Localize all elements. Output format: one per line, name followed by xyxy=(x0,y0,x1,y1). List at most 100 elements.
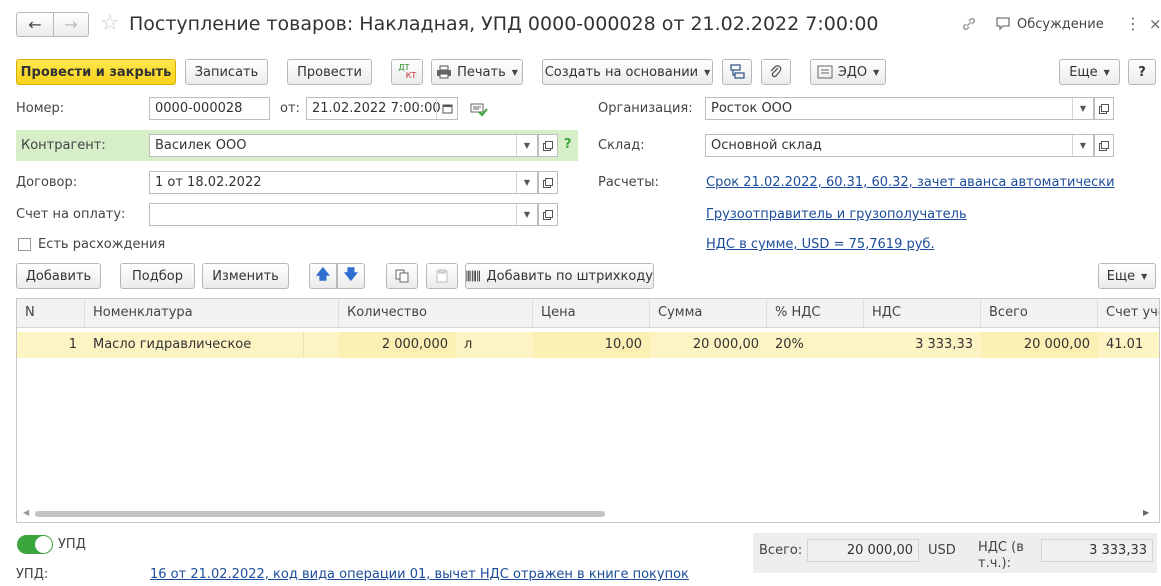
edo-status-icon[interactable] xyxy=(470,101,488,121)
column-header-account[interactable]: Счет уче xyxy=(1098,299,1159,327)
column-header-item[interactable]: Номенклатура xyxy=(85,299,339,327)
counterparty-open-button[interactable] xyxy=(538,134,558,157)
invoice-label: Счет на оплату: xyxy=(16,207,126,222)
save-button[interactable]: Записать xyxy=(185,59,268,85)
add-by-barcode-button[interactable]: Добавить по штрихкоду xyxy=(465,263,654,289)
upd-toggle[interactable] xyxy=(17,535,53,554)
upd-link[interactable]: 16 от 21.02.2022, код вида операции 01, … xyxy=(150,567,689,582)
chevron-down-icon[interactable]: ▼ xyxy=(1072,98,1093,119)
more-vertical-icon[interactable]: ⋮ xyxy=(1125,14,1141,33)
discussion-icon[interactable] xyxy=(995,16,1013,36)
copy-icon xyxy=(395,269,409,283)
settlements-link[interactable]: Срок 21.02.2022, 60.31, 60.32, зачет ава… xyxy=(706,175,1115,190)
vat-amount-link[interactable]: НДС в сумме, USD = 75,7619 руб. xyxy=(706,237,935,252)
scroll-right-icon[interactable]: ▶ xyxy=(1143,508,1149,517)
edo-button[interactable]: ЭДО ▼ xyxy=(810,59,886,85)
edo-label: ЭДО xyxy=(837,64,868,80)
chevron-down-icon: ▼ xyxy=(704,67,711,77)
column-header-n[interactable]: N xyxy=(17,299,85,327)
favorite-star-icon[interactable]: ☆ xyxy=(100,11,120,36)
counterparty-field[interactable]: Василек ООО ▼ xyxy=(149,134,538,157)
date-value: 21.02.2022 7:00:00 xyxy=(312,101,441,116)
chevron-down-icon[interactable]: ▼ xyxy=(516,172,537,193)
create-based-label: Создать на основании xyxy=(544,64,699,80)
counterparty-label: Контрагент: xyxy=(21,138,106,153)
table-more-button[interactable]: Еще ▼ xyxy=(1098,263,1156,289)
horizontal-scrollbar[interactable] xyxy=(35,511,1143,517)
column-header-sum[interactable]: Сумма xyxy=(650,299,767,327)
organization-field[interactable]: Росток ООО ▼ xyxy=(705,97,1094,120)
table-more-label: Еще xyxy=(1106,268,1136,284)
arrow-right-icon: → xyxy=(64,15,78,34)
organization-label: Организация: xyxy=(598,101,693,116)
open-window-icon xyxy=(543,177,553,188)
create-based-on-button[interactable]: Создать на основании ▼ xyxy=(542,59,713,85)
warehouse-label: Склад: xyxy=(598,138,645,153)
help-button[interactable]: ? xyxy=(1128,59,1156,85)
discrepancy-checkbox[interactable] xyxy=(18,238,31,251)
paste-row-button[interactable] xyxy=(426,263,458,289)
cell-item-extra xyxy=(303,332,339,358)
arrow-down-icon: 🡇 xyxy=(343,267,359,283)
add-row-button[interactable]: Добавить xyxy=(16,263,101,289)
print-button[interactable]: Печать ▼ xyxy=(431,59,523,85)
more-button[interactable]: Еще ▼ xyxy=(1059,59,1120,85)
organization-value: Росток ООО xyxy=(711,101,793,116)
more-label: Еще xyxy=(1069,64,1098,80)
chevron-down-icon[interactable]: ▼ xyxy=(516,204,537,225)
cell-total: 20 000,00 xyxy=(1023,337,1090,352)
link-icon[interactable] xyxy=(960,15,978,37)
cell-price: 10,00 xyxy=(604,337,642,352)
arrow-up-icon: 🡅 xyxy=(315,267,331,283)
chevron-down-icon[interactable]: ▼ xyxy=(516,135,537,156)
copy-row-button[interactable] xyxy=(386,263,418,289)
warehouse-value: Основной склад xyxy=(711,138,822,153)
warehouse-open-button[interactable] xyxy=(1094,134,1114,157)
help-question-icon[interactable]: ? xyxy=(564,137,572,152)
close-icon[interactable]: × xyxy=(1149,15,1161,33)
upd-label: УПД: xyxy=(16,567,49,582)
move-up-button[interactable]: 🡅 xyxy=(309,263,337,289)
pick-button[interactable]: Подбор xyxy=(120,263,195,289)
post-button[interactable]: Провести xyxy=(287,59,372,85)
settlements-label: Расчеты: xyxy=(598,175,659,190)
column-header-vat-rate[interactable]: % НДС xyxy=(767,299,864,327)
title-bar: ← → ☆ Поступление товаров: Накладная, УП… xyxy=(0,0,1161,50)
discrepancy-label: Есть расхождения xyxy=(38,237,166,252)
invoice-open-button[interactable] xyxy=(538,203,558,226)
chevron-down-icon[interactable]: ▼ xyxy=(1072,135,1093,156)
contract-field[interactable]: 1 от 18.02.2022 ▼ xyxy=(149,171,538,194)
printer-icon xyxy=(437,65,452,79)
invoice-field[interactable]: ▼ xyxy=(149,203,538,226)
warehouse-field[interactable]: Основной склад ▼ xyxy=(705,134,1094,157)
column-header-price[interactable]: Цена xyxy=(533,299,650,327)
open-window-icon xyxy=(1099,103,1109,114)
cell-n: 1 xyxy=(68,337,77,352)
number-field[interactable]: 0000-000028 xyxy=(149,97,270,120)
organization-open-button[interactable] xyxy=(1094,97,1114,120)
scroll-left-icon[interactable]: ◀ xyxy=(23,508,29,517)
column-header-total[interactable]: Всего xyxy=(981,299,1098,327)
edo-icon xyxy=(817,65,833,79)
table-row[interactable]: 1 Масло гидравлическое 2 000,000 л 10,00… xyxy=(17,332,1159,358)
calendar-icon[interactable] xyxy=(436,98,457,119)
discussion-link[interactable]: Обсуждение xyxy=(1017,17,1104,32)
cell-quantity: 2 000,000 xyxy=(381,337,448,352)
post-and-close-button[interactable]: Провести и закрыть xyxy=(16,59,176,85)
dt-kt-button[interactable]: ДТ КТ xyxy=(391,59,423,85)
forward-button[interactable]: → xyxy=(53,12,89,37)
scrollbar-thumb[interactable] xyxy=(35,511,605,517)
chevron-down-icon: ▼ xyxy=(511,67,518,77)
attach-button[interactable] xyxy=(761,59,791,85)
open-window-icon xyxy=(1099,140,1109,151)
contract-open-button[interactable] xyxy=(538,171,558,194)
edit-button[interactable]: Изменить xyxy=(202,263,289,289)
move-down-button[interactable]: 🡇 xyxy=(337,263,365,289)
structure-button[interactable] xyxy=(722,59,752,85)
back-button[interactable]: ← xyxy=(16,12,54,37)
column-header-vat[interactable]: НДС xyxy=(864,299,981,327)
date-field[interactable]: 21.02.2022 7:00:00 xyxy=(306,97,458,120)
paste-icon xyxy=(436,269,448,283)
column-header-quantity[interactable]: Количество xyxy=(339,299,533,327)
shipper-consignee-link[interactable]: Грузоотправитель и грузополучатель xyxy=(706,207,967,222)
